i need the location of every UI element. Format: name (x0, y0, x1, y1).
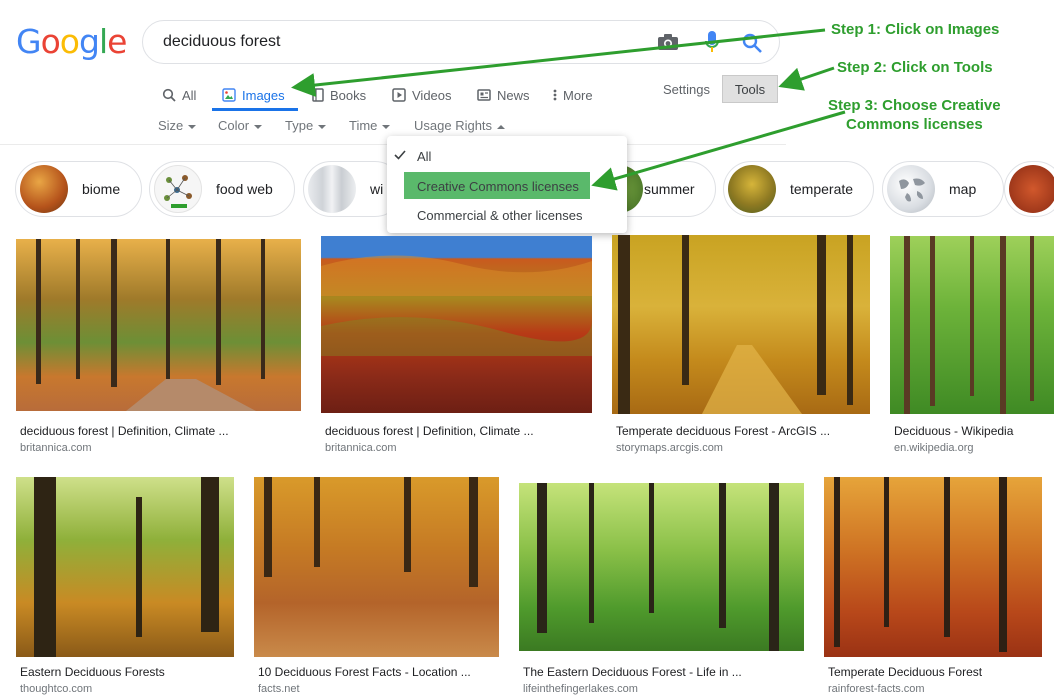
arrow-step2 (778, 66, 835, 91)
annotation-step3-line1: Step 3: Choose Creative (828, 97, 1001, 114)
annotation-step2: Step 2: Click on Tools (837, 59, 993, 76)
annotation-step1: Step 1: Click on Images (831, 21, 1000, 38)
annotation-step3-line2: Commons licenses (846, 116, 983, 133)
arrow-step3 (591, 110, 846, 191)
arrow-step1 (291, 28, 826, 97)
